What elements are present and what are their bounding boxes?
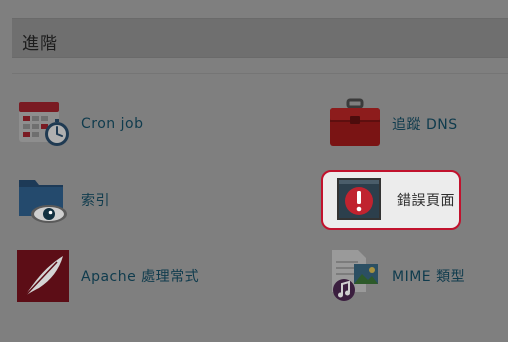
toolbox-icon xyxy=(328,96,384,152)
mime-types-label: MIME 類型 xyxy=(392,269,466,285)
section-divider xyxy=(12,73,508,74)
media-files-icon xyxy=(328,248,384,304)
error-pages-link[interactable]: 錯誤頁面 xyxy=(331,172,455,228)
feather-icon xyxy=(17,248,73,304)
error-pages-highlight[interactable]: 錯誤頁面 xyxy=(321,170,461,230)
track-dns-link[interactable]: 追蹤 DNS xyxy=(328,96,458,152)
section-title: 進階 xyxy=(22,34,58,54)
error-page-icon xyxy=(331,172,387,228)
indexes-label: 索引 xyxy=(81,193,110,209)
apache-handlers-link[interactable]: Apache 處理常式 xyxy=(17,248,199,304)
indexes-link[interactable]: 索引 xyxy=(17,172,110,228)
apache-handlers-label: Apache 處理常式 xyxy=(81,269,200,285)
track-dns-label: 追蹤 DNS xyxy=(392,117,458,133)
cron-job-link[interactable]: Cron job xyxy=(17,96,143,152)
mime-types-link[interactable]: MIME 類型 xyxy=(328,248,465,304)
folder-eye-icon xyxy=(17,172,73,228)
error-pages-label: 錯誤頁面 xyxy=(397,193,455,209)
calendar-clock-icon xyxy=(17,96,73,152)
cron-job-label: Cron job xyxy=(81,116,144,132)
section-header: 進階 xyxy=(12,18,508,58)
